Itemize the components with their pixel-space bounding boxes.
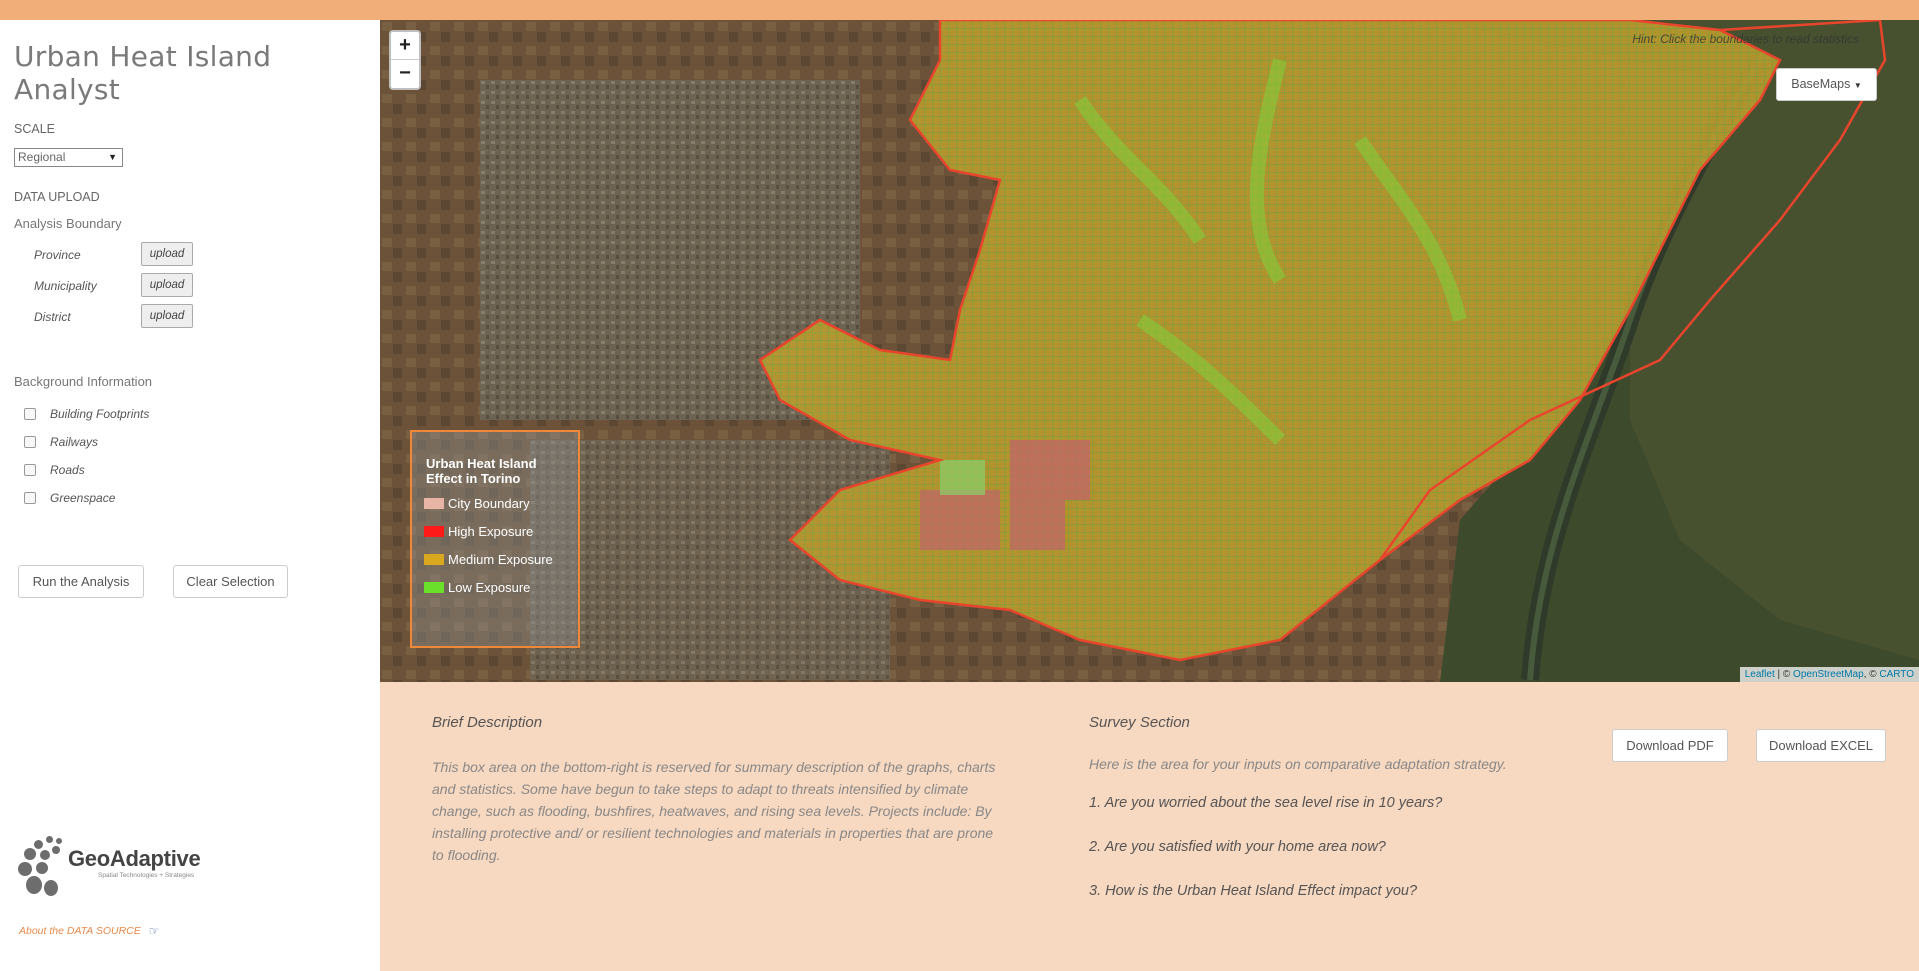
- about-data-source-label: About the DATA SOURCE: [19, 925, 141, 937]
- top-accent-bar: [0, 0, 1919, 20]
- legend-label: City Boundary: [448, 496, 530, 511]
- legend-label: Low Exposure: [448, 580, 531, 595]
- download-excel-button[interactable]: Download EXCEL: [1756, 729, 1886, 762]
- legend-swatch: [424, 554, 444, 565]
- analysis-boundary-label: Analysis Boundary: [14, 216, 122, 231]
- district-label: District: [34, 310, 71, 324]
- legend-swatch: [424, 498, 444, 509]
- layer-roads[interactable]: Roads: [24, 463, 85, 477]
- checkbox[interactable]: [24, 408, 36, 420]
- hand-pointer-icon: ☞: [148, 924, 160, 938]
- map-hint: Hint: Click the boundaries to read stati…: [1632, 32, 1859, 46]
- legend-swatch: [424, 526, 444, 537]
- scale-label: SCALE: [14, 122, 55, 136]
- layer-label: Greenspace: [50, 491, 116, 505]
- checkbox[interactable]: [24, 436, 36, 448]
- survey-title: Survey Section: [1089, 714, 1190, 731]
- scale-select[interactable]: Regional ▼: [14, 148, 123, 167]
- map-view[interactable]: + − Hint: Click the boundaries to read s…: [380, 20, 1919, 682]
- province-label: Province: [34, 248, 81, 262]
- map-attribution: Leaflet | © OpenStreetMap, © CARTO: [1739, 667, 1919, 682]
- layer-label: Building Footprints: [50, 407, 150, 421]
- checkbox[interactable]: [24, 464, 36, 476]
- carto-link[interactable]: CARTO: [1879, 669, 1914, 680]
- run-analysis-button[interactable]: Run the Analysis: [18, 565, 144, 598]
- survey-question[interactable]: 2. Are you satisfied with your home area…: [1089, 839, 1386, 855]
- legend-item-low-exposure: Low Exposure: [424, 580, 566, 595]
- sidebar: Urban Heat Island Analyst SCALE Regional…: [0, 20, 380, 971]
- layer-building-footprints[interactable]: Building Footprints: [24, 407, 149, 421]
- legend-label: Medium Exposure: [448, 552, 553, 567]
- background-information-label: Background Information: [14, 374, 153, 389]
- layer-label: Roads: [50, 463, 85, 477]
- legend-item-city-boundary: City Boundary: [424, 496, 566, 511]
- basemaps-label: BaseMaps: [1791, 77, 1851, 91]
- layer-greenspace[interactable]: Greenspace: [24, 491, 115, 505]
- description-title: Brief Description: [432, 714, 543, 731]
- download-pdf-button[interactable]: Download PDF: [1612, 729, 1728, 762]
- data-upload-label: DATA UPLOAD: [14, 190, 100, 204]
- checkbox[interactable]: [24, 492, 36, 504]
- leaflet-link[interactable]: Leaflet: [1745, 669, 1775, 680]
- bottom-panel: Brief Description This box area on the b…: [380, 682, 1919, 971]
- app-title: Urban Heat Island Analyst: [14, 40, 272, 106]
- attribution-separator: , ©: [1863, 669, 1880, 680]
- province-upload-button[interactable]: upload: [141, 242, 193, 266]
- logo-name: GeoAdaptive: [68, 846, 201, 871]
- zoom-in-button[interactable]: +: [391, 32, 419, 60]
- municipality-upload-button[interactable]: upload: [141, 273, 193, 297]
- logo-tagline: Spatial Technologies + Strategies: [98, 872, 195, 879]
- legend-item-high-exposure: High Exposure: [424, 524, 566, 539]
- layer-railways[interactable]: Railways: [24, 435, 98, 449]
- scale-select-value: Regional: [18, 150, 66, 164]
- zoom-control: + −: [389, 30, 421, 90]
- survey-question[interactable]: 1. Are you worried about the sea level r…: [1089, 795, 1442, 811]
- legend-label: High Exposure: [448, 524, 534, 539]
- chevron-down-icon: ▼: [108, 152, 117, 162]
- about-data-source-link[interactable]: About the DATA SOURCE ☞: [19, 924, 160, 938]
- clear-selection-button[interactable]: Clear Selection: [173, 565, 288, 598]
- map-legend: Urban Heat Island Effect in Torino City …: [410, 430, 580, 648]
- description-text: This box area on the bottom-right is res…: [432, 759, 996, 863]
- zoom-out-button[interactable]: −: [391, 60, 419, 88]
- legend-swatch: [424, 582, 444, 593]
- legend-title: Urban Heat Island Effect in Torino: [426, 456, 537, 486]
- survey-intro: Here is the area for your inputs on comp…: [1089, 756, 1507, 772]
- district-upload-button[interactable]: upload: [141, 304, 193, 328]
- caret-down-icon: ▼: [1853, 81, 1862, 90]
- satellite-basemap: [380, 20, 1919, 682]
- legend-item-medium-exposure: Medium Exposure: [424, 552, 566, 567]
- geoadaptive-logo: GeoAdaptive Spatial Technologies + Strat…: [18, 836, 201, 900]
- survey-question[interactable]: 3. How is the Urban Heat Island Effect i…: [1089, 883, 1417, 899]
- layer-label: Railways: [50, 435, 99, 449]
- attribution-separator: | ©: [1774, 669, 1794, 680]
- municipality-label: Municipality: [34, 279, 97, 293]
- openstreetmap-link[interactable]: OpenStreetMap: [1793, 669, 1864, 680]
- basemaps-dropdown[interactable]: BaseMaps ▼: [1776, 68, 1877, 101]
